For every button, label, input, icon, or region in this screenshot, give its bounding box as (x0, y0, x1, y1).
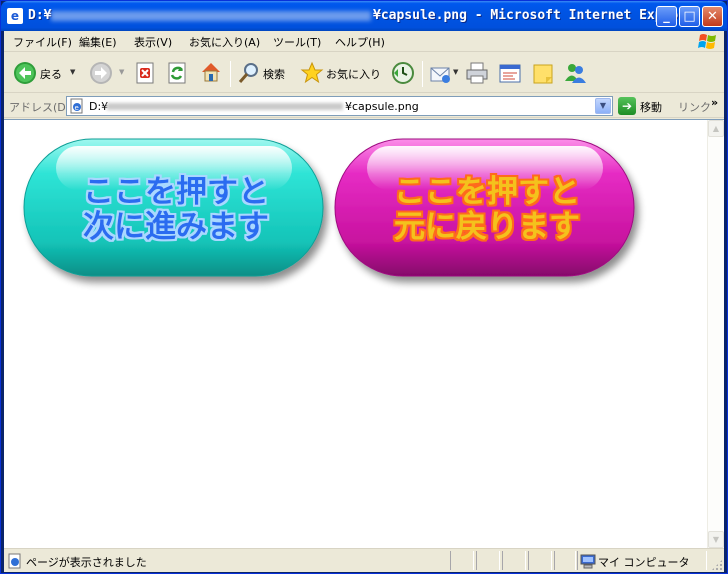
menu-tools[interactable]: ツール(T) (273, 34, 321, 50)
ie-icon: e (7, 8, 23, 24)
svg-text:e: e (75, 104, 79, 112)
next-button-line2: 次に進みます (83, 209, 269, 245)
mail-dropdown-icon[interactable]: ▼ (453, 68, 458, 76)
address-input[interactable]: e D:¥ ¥capsule.png ▼ (66, 96, 613, 116)
address-dropdown-icon[interactable]: ▼ (595, 98, 611, 114)
status-pane (502, 551, 526, 570)
favorites-button-label[interactable]: お気に入り (326, 66, 381, 82)
zone-text: マイ コンピュータ (598, 556, 690, 569)
back-button-label[interactable]: 戻る (40, 66, 62, 82)
back-dropdown-icon[interactable]: ▼ (70, 68, 75, 76)
redacted-path (107, 103, 343, 110)
refresh-icon[interactable] (167, 62, 189, 84)
menu-favorites[interactable]: お気に入り(A) (189, 34, 260, 50)
go-arrow-icon: ➔ (618, 97, 636, 115)
status-pane (554, 551, 576, 570)
links-label[interactable]: リンク (678, 99, 711, 115)
status-pane (450, 551, 474, 570)
menu-file[interactable]: ファイル(F) (13, 34, 72, 50)
mail-icon[interactable] (429, 62, 453, 86)
go-button[interactable]: ➔ 移動 (616, 96, 672, 116)
address-label: アドレス(D) (9, 101, 71, 114)
back-button-line2: 元に戻ります (394, 209, 580, 245)
home-icon[interactable] (199, 60, 223, 84)
browser-window: e D:¥ ¥capsule.png - Microsoft Internet … (0, 0, 728, 574)
menu-help[interactable]: ヘルプ(H) (335, 34, 385, 50)
messenger-icon[interactable] (563, 61, 587, 85)
windows-logo-icon (698, 34, 716, 49)
page-icon: e (70, 98, 83, 114)
menu-view[interactable]: 表示(V) (134, 34, 172, 50)
scroll-down-icon[interactable]: ▼ (708, 531, 724, 548)
print-icon[interactable] (465, 61, 489, 85)
title-bar[interactable]: e D:¥ ¥capsule.png - Microsoft Internet … (1, 1, 727, 31)
address-file: ¥capsule.png (345, 100, 419, 113)
my-computer-icon (580, 554, 596, 569)
close-button[interactable]: ✕ (702, 6, 723, 27)
standard-toolbar: 戻る ▼ ▼ 検索 お気に入り ▼ (4, 53, 724, 93)
menu-edit[interactable]: 編集(E) (79, 34, 117, 50)
toolbar-separator (230, 61, 231, 87)
minimize-button[interactable]: _ (656, 6, 677, 27)
window-title-prefix: D:¥ (28, 8, 52, 23)
stop-icon[interactable] (135, 62, 157, 84)
links-chevron-icon[interactable]: » (711, 96, 718, 109)
forward-icon[interactable] (89, 61, 113, 85)
favorites-icon[interactable] (300, 61, 324, 85)
search-button-label[interactable]: 検索 (263, 66, 285, 82)
address-bar: アドレス(D) e D:¥ ¥capsule.png ▼ ➔ 移動 リンク » (4, 94, 724, 118)
menu-bar: ファイル(F) 編集(E) 表示(V) お気に入り(A) ツール(T) ヘルプ(… (4, 31, 724, 52)
forward-dropdown-icon[interactable]: ▼ (119, 68, 124, 76)
status-bar: ページが表示されました マイ コンピュータ (4, 548, 724, 572)
status-text: ページが表示されました (26, 556, 147, 569)
address-prefix: D:¥ (89, 100, 109, 113)
page-status-icon (8, 553, 21, 569)
browser-client: ファイル(F) 編集(E) 表示(V) お気に入り(A) ツール(T) ヘルプ(… (4, 31, 724, 572)
scroll-up-icon[interactable]: ▲ (708, 120, 724, 137)
next-button-line1: ここを押すと (83, 174, 269, 210)
go-label: 移動 (640, 101, 662, 114)
history-icon[interactable] (391, 61, 415, 85)
redacted-path (51, 11, 371, 21)
capsule-image: ここを押すと 次に進みます ここを押すと 元に戻ります (23, 138, 635, 277)
edit-icon[interactable] (498, 62, 522, 86)
page-content: ここを押すと 次に進みます ここを押すと 元に戻ります ▲ ▼ (4, 119, 724, 548)
status-pane (528, 551, 552, 570)
discuss-icon[interactable] (531, 62, 555, 86)
status-pane (476, 551, 500, 570)
toolbar-separator (422, 61, 423, 87)
back-icon[interactable] (13, 61, 37, 85)
next-capsule-button[interactable]: ここを押すと 次に進みます (23, 138, 324, 277)
search-icon[interactable] (237, 61, 261, 85)
back-capsule-button[interactable]: ここを押すと 元に戻ります (334, 138, 635, 277)
back-button-line1: ここを押すと (394, 174, 580, 210)
vertical-scrollbar[interactable]: ▲ ▼ (707, 120, 724, 548)
window-title: ¥capsule.png - Microsoft Internet Explo.… (373, 8, 702, 23)
resize-grip[interactable] (711, 559, 723, 571)
maximize-button[interactable]: □ (679, 6, 700, 27)
